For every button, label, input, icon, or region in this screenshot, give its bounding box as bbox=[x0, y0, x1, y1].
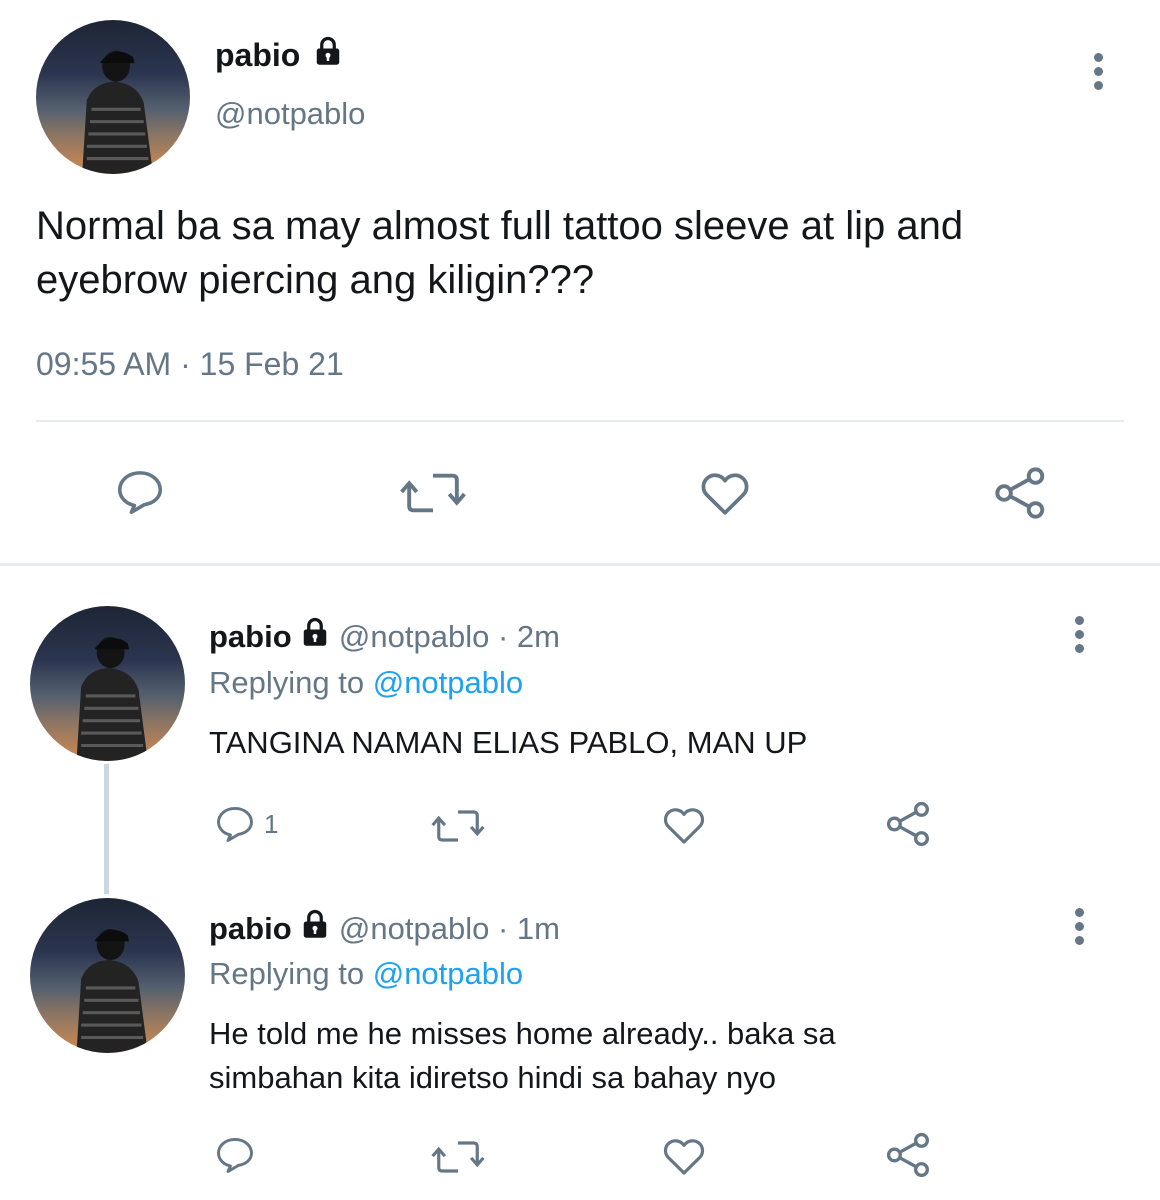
reply-count: 1 bbox=[264, 808, 279, 839]
lock-icon bbox=[304, 617, 327, 646]
retweet-button[interactable] bbox=[398, 467, 468, 519]
more-options-icon[interactable] bbox=[1072, 908, 1086, 950]
display-name[interactable]: pabio bbox=[215, 36, 343, 74]
reply-icon bbox=[217, 806, 253, 842]
more-options-icon[interactable] bbox=[1091, 53, 1105, 95]
tweet-timestamp: 09:55 AM · 15 Feb 21 bbox=[36, 346, 344, 382]
section-divider bbox=[0, 563, 1160, 566]
avatar[interactable] bbox=[30, 898, 185, 1053]
avatar-silhouette bbox=[76, 637, 148, 761]
reply-icon bbox=[217, 1137, 253, 1173]
divider bbox=[36, 420, 1124, 422]
avatar-silhouette bbox=[76, 929, 148, 1053]
share-button[interactable] bbox=[884, 1130, 934, 1180]
avatar[interactable] bbox=[30, 606, 185, 761]
retweet-button[interactable] bbox=[429, 805, 487, 847]
mention-link[interactable]: @notpablo bbox=[373, 956, 523, 991]
thread-line bbox=[104, 764, 109, 894]
reply-button[interactable] bbox=[212, 1133, 258, 1177]
retweet-icon bbox=[431, 1141, 485, 1173]
handle-and-time: @notpablo · 1m bbox=[338, 911, 560, 946]
share-button[interactable] bbox=[884, 799, 934, 849]
like-icon bbox=[663, 808, 705, 844]
avatar[interactable] bbox=[36, 20, 190, 174]
handle-and-time: @notpablo · 2m bbox=[338, 619, 560, 654]
more-options-icon[interactable] bbox=[1072, 616, 1086, 658]
share-icon bbox=[886, 801, 929, 847]
retweet-button[interactable] bbox=[429, 1136, 487, 1178]
like-icon bbox=[663, 1139, 705, 1175]
reply-header[interactable]: pabio @notpablo · 1m bbox=[209, 909, 560, 947]
retweet-icon bbox=[431, 810, 485, 842]
reply-header[interactable]: pabio @notpablo · 2m bbox=[209, 617, 560, 655]
share-button[interactable] bbox=[992, 463, 1050, 523]
share-icon bbox=[886, 1132, 929, 1178]
replying-to: Replying to @notpablo bbox=[209, 665, 524, 700]
avatar-silhouette bbox=[82, 50, 154, 174]
like-button[interactable] bbox=[695, 465, 755, 521]
tweet-text: Normal ba sa may almost full tattoo slee… bbox=[36, 204, 964, 302]
lock-icon bbox=[316, 36, 340, 65]
replying-to: Replying to @notpablo bbox=[209, 956, 524, 991]
lock-icon bbox=[304, 909, 327, 938]
like-icon bbox=[701, 473, 749, 515]
retweet-icon bbox=[400, 473, 466, 513]
display-name: pabio bbox=[209, 911, 292, 946]
share-icon bbox=[995, 467, 1045, 519]
handle[interactable]: @notpablo bbox=[215, 96, 365, 132]
reply-text: TANGINA NAMAN ELIAS PABLO, MAN UP bbox=[209, 725, 808, 760]
like-button[interactable] bbox=[659, 1132, 709, 1180]
reply-icon bbox=[117, 471, 163, 515]
reply-button[interactable]: 1 bbox=[212, 802, 278, 846]
reply-text: He told me he misses home already.. baka… bbox=[209, 1016, 836, 1095]
like-button[interactable] bbox=[659, 801, 709, 849]
reply-button[interactable] bbox=[112, 465, 168, 519]
display-name: pabio bbox=[209, 619, 292, 654]
mention-link[interactable]: @notpablo bbox=[373, 665, 523, 700]
